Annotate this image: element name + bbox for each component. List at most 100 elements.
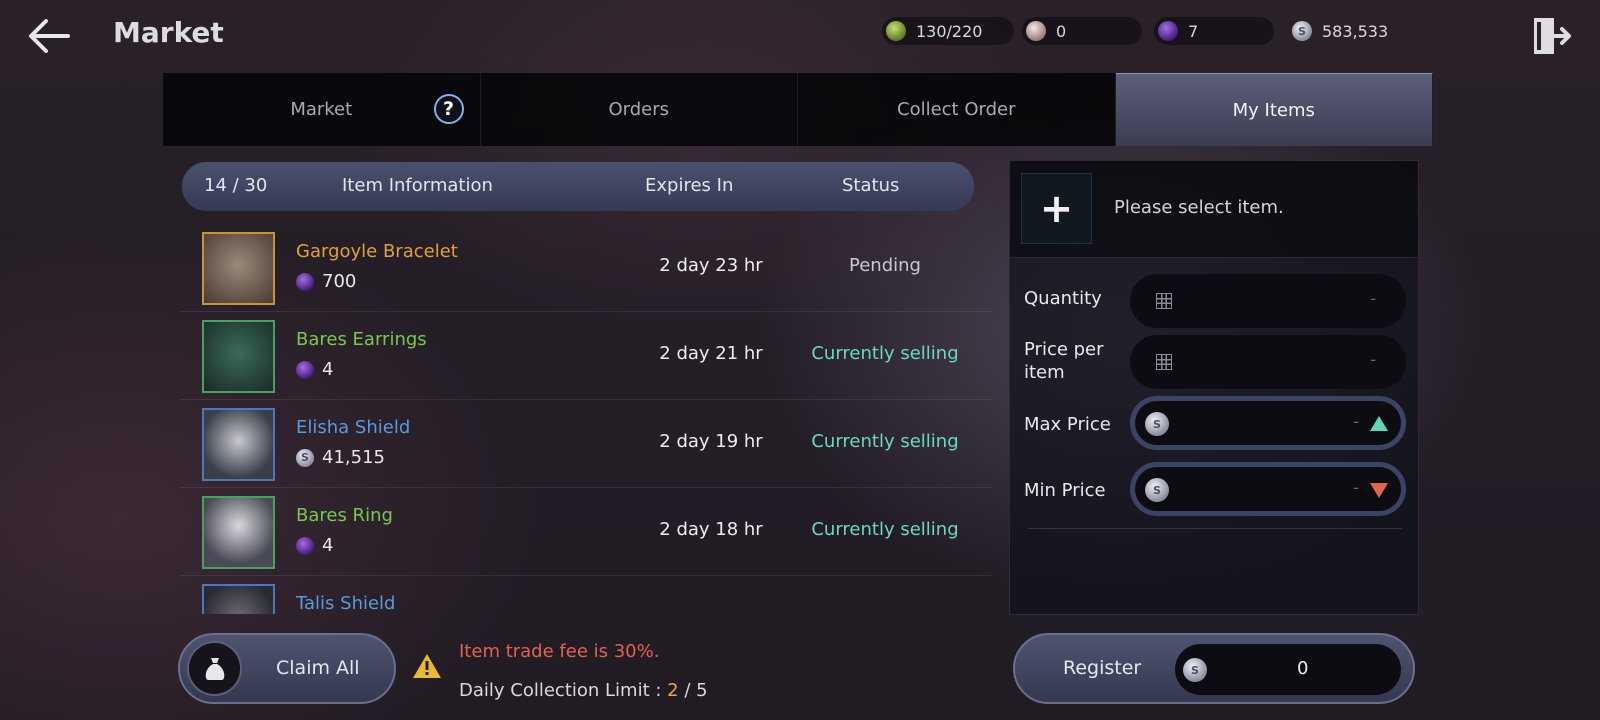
green-gem-icon — [886, 21, 906, 41]
currency-pearl: 0 — [1022, 17, 1142, 45]
arrow-down-icon — [1370, 483, 1388, 498]
item-price: S 41,515 — [296, 447, 385, 468]
column-item-information: Item Information — [342, 175, 493, 196]
tab-collect-order[interactable]: Collect Order — [798, 73, 1116, 146]
item-expires: 2 day 23 hr — [659, 255, 763, 276]
list-item[interactable]: Talis Shield — [180, 576, 992, 614]
purple-gem-icon — [296, 360, 314, 379]
item-expires: 2 day 18 hr — [659, 519, 763, 540]
item-status: Currently selling — [811, 519, 959, 540]
quantity-field[interactable]: - — [1130, 274, 1406, 328]
tab-orders[interactable]: Orders — [480, 73, 798, 146]
arrow-up-icon — [1370, 416, 1388, 431]
silver-coin-icon: S — [1145, 412, 1169, 436]
item-count: 14 / 30 — [204, 175, 268, 196]
silver-coin-icon: S — [1292, 21, 1312, 41]
item-name: Bares Ring — [296, 505, 393, 526]
currency-silver: S 583,533 — [1288, 17, 1438, 45]
page-title: Market — [113, 16, 224, 49]
item-select-panel: + Please select item. — [1009, 160, 1419, 258]
item-status: Currently selling — [811, 431, 959, 452]
min-price-value: - — [1353, 478, 1359, 497]
min-price-label: Min Price — [1024, 480, 1106, 501]
max-price-label: Max Price — [1024, 414, 1111, 435]
trade-fee-text: Item trade fee is 30%. — [459, 641, 660, 662]
list-item[interactable]: Bares Ring 4 2 day 18 hr Currently selli… — [180, 488, 992, 576]
list-item[interactable]: Gargoyle Bracelet 700 2 day 23 hr Pendin… — [180, 224, 992, 312]
item-expires: 2 day 19 hr — [659, 431, 763, 452]
price-value: 4 — [322, 359, 334, 380]
select-item-prompt: Please select item. — [1114, 197, 1284, 218]
price-value: 4 — [322, 535, 334, 556]
currency-purple-gem: 7 — [1154, 17, 1274, 45]
tab-label: Collect Order — [897, 99, 1016, 120]
earrings-icon — [202, 320, 275, 393]
item-price: 4 — [296, 359, 333, 380]
purple-gem-icon — [296, 536, 314, 555]
column-expires-in: Expires In — [645, 175, 734, 196]
purple-gem-icon — [296, 272, 314, 291]
limit-separator: / — [678, 680, 697, 701]
limit-label: Daily Collection Limit : — [459, 680, 668, 701]
money-bag-icon — [187, 641, 242, 696]
list-item[interactable]: Elisha Shield S 41,515 2 day 19 hr Curren… — [180, 400, 992, 488]
price-value: 41,515 — [322, 447, 385, 468]
bracelet-icon — [202, 232, 275, 305]
list-item[interactable]: Bares Earrings 4 2 day 21 hr Currently s… — [180, 312, 992, 400]
exit-door-icon — [1534, 18, 1571, 54]
currency-value: 7 — [1188, 21, 1199, 41]
exit-button[interactable] — [1528, 14, 1572, 58]
daily-collection-limit: Daily Collection Limit : 2 / 5 — [459, 680, 708, 701]
register-amount-field: S 0 — [1175, 644, 1401, 695]
help-icon[interactable]: ? — [433, 94, 464, 124]
claim-all-button[interactable]: Claim All — [178, 633, 396, 704]
register-amount: 0 — [1297, 658, 1309, 679]
tab-label: Market — [290, 99, 353, 120]
price-per-item-label: Price per item — [1024, 339, 1104, 383]
tab-my-items[interactable]: My Items — [1115, 73, 1433, 146]
silver-coin-icon: S — [1145, 478, 1169, 502]
item-name: Gargoyle Bracelet — [296, 241, 458, 262]
limit-current: 2 — [667, 680, 679, 701]
silver-coin-icon: S — [1183, 658, 1207, 682]
currency-value: 0 — [1056, 21, 1067, 41]
item-expires: 2 day 21 hr — [659, 343, 763, 364]
back-arrow-icon — [29, 19, 70, 53]
price-value: 700 — [322, 271, 357, 292]
tab-bar: Market ? Orders Collect Order My Items — [163, 73, 1433, 146]
price-per-item-field[interactable]: - — [1130, 335, 1406, 389]
item-status: Currently selling — [811, 343, 959, 364]
plus-icon: + — [1039, 185, 1074, 232]
currency-green-gem: 130/220 — [882, 17, 1014, 45]
silver-coin-icon: S — [296, 448, 314, 467]
add-item-button[interactable]: + — [1021, 173, 1092, 244]
back-button[interactable] — [24, 14, 74, 58]
item-status: Pending — [849, 255, 921, 276]
my-items-list[interactable]: Gargoyle Bracelet 700 2 day 23 hr Pendin… — [180, 224, 992, 614]
shield-icon — [202, 584, 275, 614]
item-name: Elisha Shield — [296, 417, 411, 438]
warning-icon — [412, 652, 442, 680]
register-button[interactable]: Register — [1063, 657, 1141, 679]
tab-label: My Items — [1232, 99, 1315, 121]
pearl-icon — [1026, 21, 1046, 41]
tab-market[interactable]: Market ? — [163, 73, 481, 146]
keypad-icon — [1156, 293, 1172, 309]
price-value: - — [1370, 350, 1376, 369]
divider — [1028, 528, 1402, 529]
quantity-value: - — [1370, 289, 1376, 308]
keypad-icon — [1156, 354, 1172, 370]
claim-all-label: Claim All — [276, 657, 360, 679]
purple-gem-icon — [1158, 21, 1178, 41]
quantity-label: Quantity — [1024, 288, 1102, 309]
item-name: Bares Earrings — [296, 329, 427, 350]
max-price-field[interactable]: S - — [1130, 396, 1406, 450]
min-price-field[interactable]: S - — [1130, 462, 1406, 516]
max-price-value: - — [1353, 412, 1359, 431]
currency-value: 130/220 — [916, 21, 983, 41]
item-price: 700 — [296, 271, 356, 292]
register-form: Quantity - Price per item - Max Price S … — [1009, 258, 1419, 615]
currency-value: 583,533 — [1322, 21, 1389, 41]
limit-max: 5 — [696, 680, 708, 701]
item-price: 4 — [296, 535, 333, 556]
